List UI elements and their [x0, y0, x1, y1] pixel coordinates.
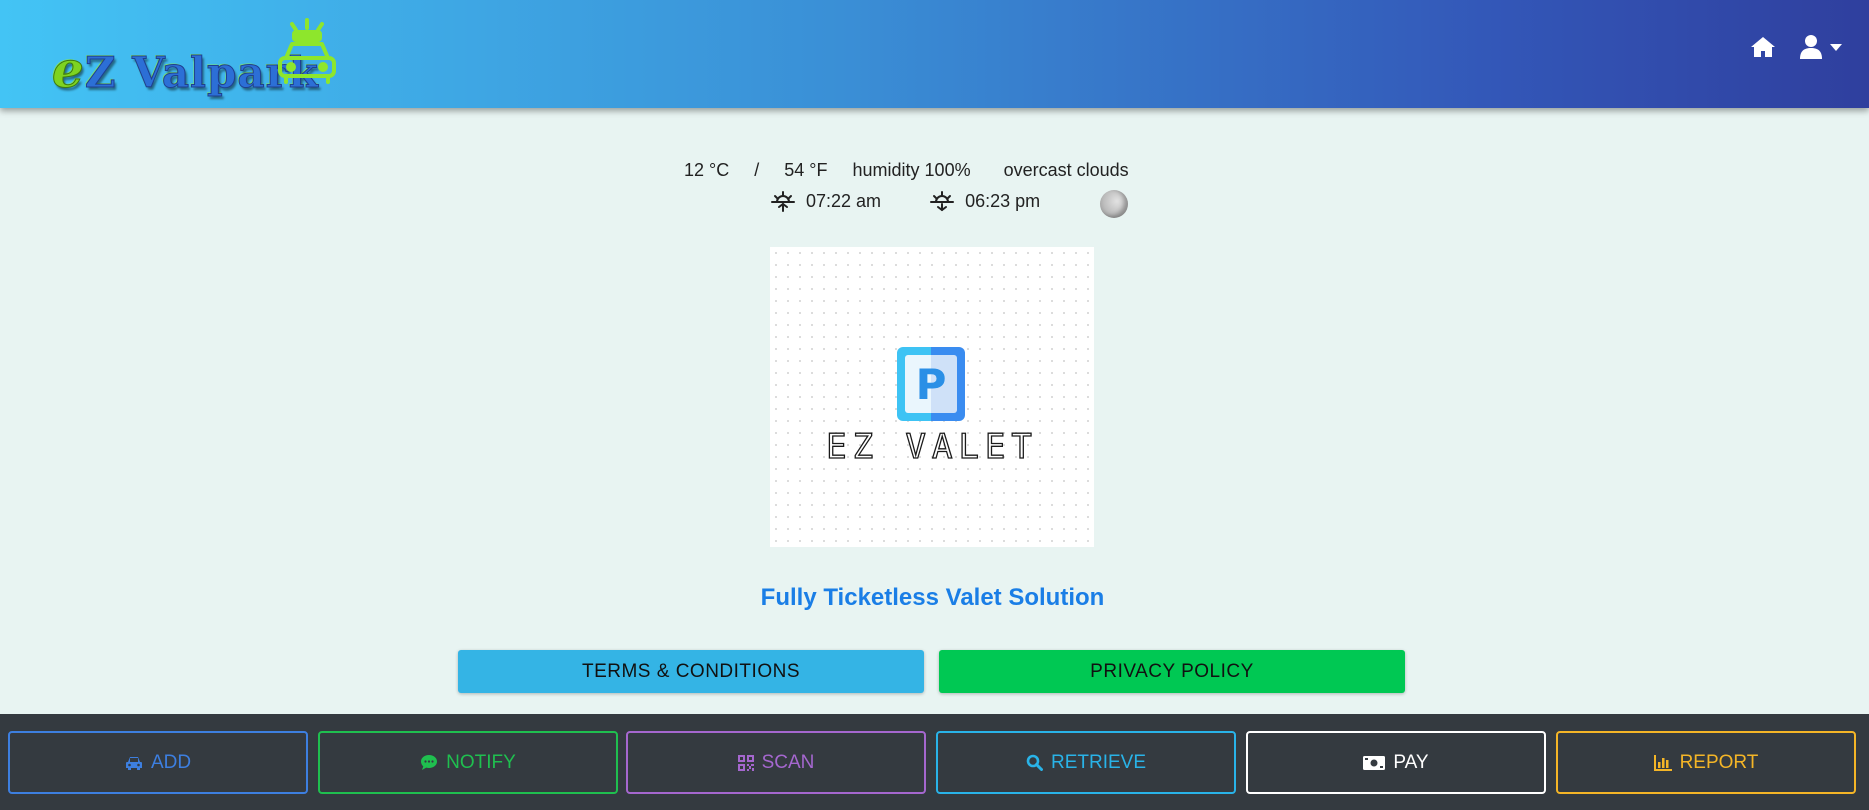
add-label: ADD — [150, 751, 192, 773]
terms-and-conditions-button[interactable]: TERMS & CONDITIONS — [458, 650, 924, 693]
brand-name: EZ VALET — [825, 426, 1038, 467]
header-nav — [1749, 34, 1843, 60]
temperature-celsius: 12 °C — [684, 160, 730, 180]
tagline: Fully Ticketless Valet Solution — [760, 584, 1105, 611]
pay-button[interactable]: PAY — [1246, 731, 1546, 794]
car-icon — [125, 756, 142, 770]
sunrise-icon — [771, 191, 795, 212]
notify-label: NOTIFY — [446, 751, 516, 773]
report-label: REPORT — [1679, 751, 1759, 773]
temperature-fahrenheit: 54 °F — [784, 160, 828, 180]
weather-summary: 12 °C / 54 °F humidity 100% overcast clo… — [684, 160, 1149, 181]
moon-phase-icon — [1100, 190, 1128, 218]
scan-button[interactable]: SCAN — [626, 731, 926, 794]
sunrise-time: 07:22 am — [806, 190, 882, 211]
bottom-action-bar: ADD NOTIFY SCAN RETRIEVE PAY REPORT — [0, 714, 1869, 810]
scan-label: SCAN — [761, 751, 815, 773]
parking-p-icon: P — [897, 347, 965, 421]
retrieve-label: RETRIEVE — [1050, 751, 1147, 773]
app-header: eZ Valpark — [0, 0, 1869, 108]
pay-label: PAY — [1393, 751, 1429, 773]
sunset-icon — [930, 191, 955, 212]
ez-valpark-logo[interactable]: eZ Valpark — [48, 14, 348, 100]
caret-down-icon — [1830, 44, 1842, 51]
bar-chart-icon — [1653, 754, 1672, 771]
user-menu-toggle[interactable] — [1799, 34, 1843, 60]
chat-icon — [421, 755, 438, 770]
money-icon — [1363, 755, 1386, 770]
sun-times: 07:22 am 06:23 pm — [770, 189, 1040, 213]
sunset: 06:23 pm — [929, 189, 1040, 213]
sunset-time: 06:23 pm — [965, 190, 1041, 211]
report-button[interactable]: REPORT — [1556, 731, 1856, 794]
sunrise: 07:22 am — [770, 189, 881, 213]
add-button[interactable]: ADD — [8, 731, 308, 794]
weather-condition: overcast clouds — [1003, 160, 1129, 180]
user-icon — [1800, 35, 1822, 59]
retrieve-button[interactable]: RETRIEVE — [936, 731, 1236, 794]
search-icon — [1026, 754, 1043, 771]
privacy-policy-button[interactable]: PRIVACY POLICY — [939, 650, 1405, 693]
temperature-separator: / — [754, 160, 760, 180]
qr-code-icon — [737, 754, 754, 771]
home-icon[interactable] — [1749, 35, 1777, 59]
humidity: humidity 100% — [852, 160, 971, 180]
car-logo-icon — [278, 18, 336, 84]
ez-valet-brand-card: P EZ VALET — [770, 247, 1094, 547]
notify-button[interactable]: NOTIFY — [318, 731, 618, 794]
